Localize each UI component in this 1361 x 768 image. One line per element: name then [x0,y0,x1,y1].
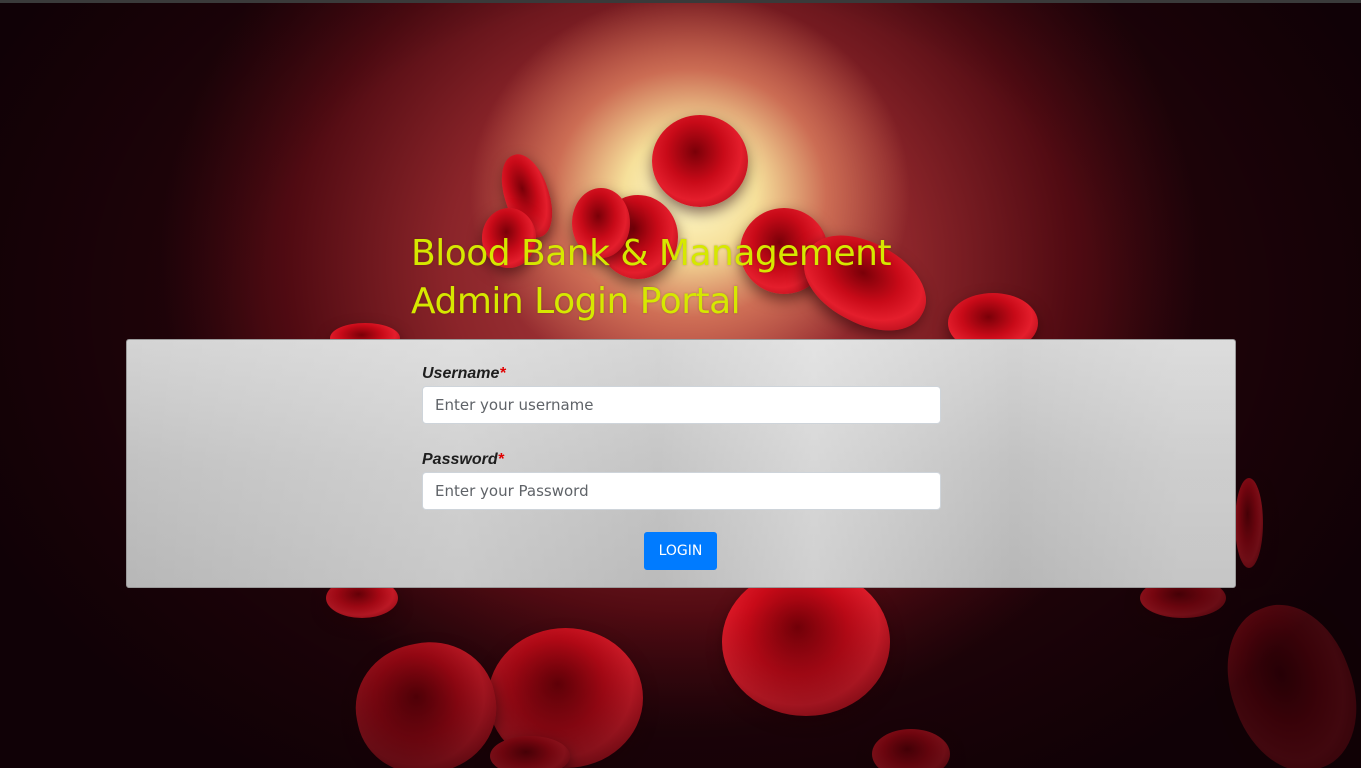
login-button[interactable]: LOGIN [644,532,717,570]
page-title: Blood Bank & Management Admin Login Port… [411,230,892,326]
username-input[interactable] [422,386,941,424]
page-title-line1: Blood Bank & Management [411,233,892,274]
password-label: Password* [422,450,941,470]
login-panel: Username* Password* LOGIN [126,339,1236,588]
username-label-text: Username [422,365,500,382]
required-mark: * [497,451,504,468]
username-label: Username* [422,364,941,384]
password-input[interactable] [422,472,941,510]
required-mark: * [499,365,506,382]
password-group: Password* [422,450,941,510]
page-title-line2: Admin Login Portal [411,281,741,322]
password-label-text: Password [422,451,498,468]
username-group: Username* [422,364,941,424]
